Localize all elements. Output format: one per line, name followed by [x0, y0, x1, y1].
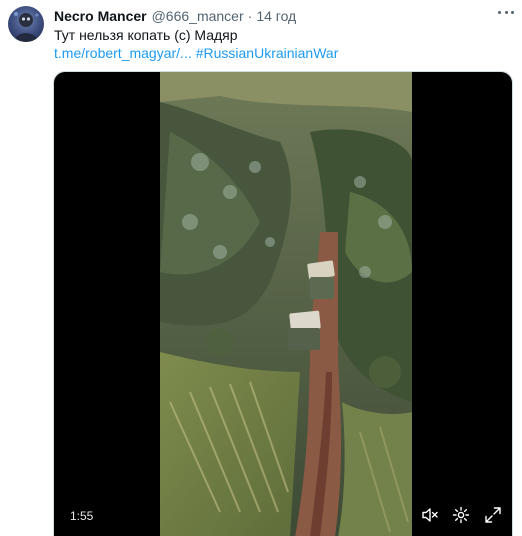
video-duration: 1:55 — [70, 509, 94, 523]
avatar[interactable] — [8, 6, 44, 42]
timestamp[interactable]: 14 год — [256, 8, 296, 24]
expand-icon[interactable] — [484, 506, 502, 524]
gear-icon[interactable] — [452, 506, 470, 524]
tweet-header: Necro Mancer @666_mancer · 14 год — [54, 7, 296, 25]
tweet-text: Тут нельзя копать (с) Мадяр — [54, 27, 238, 43]
telegram-link[interactable]: t.me/robert_magyar/... — [54, 45, 192, 61]
author-name[interactable]: Necro Mancer — [54, 8, 147, 24]
video-frame[interactable] — [160, 72, 412, 536]
aerial-video-still — [160, 72, 412, 536]
more-options-icon[interactable] — [498, 6, 514, 18]
avatar-image — [14, 12, 39, 42]
speaker-muted-icon[interactable] — [421, 506, 439, 524]
separator: · — [247, 8, 253, 24]
tweet-links: t.me/robert_magyar/... #RussianUkrainianW… — [54, 45, 338, 61]
tweet-card[interactable]: Necro Mancer @666_mancer · 14 год Тут не… — [0, 0, 522, 536]
video-player[interactable]: 1:55 — [53, 71, 513, 536]
author-handle[interactable]: @666_mancer — [152, 8, 244, 24]
hashtag-link[interactable]: #RussianUkrainianWar — [196, 45, 339, 61]
